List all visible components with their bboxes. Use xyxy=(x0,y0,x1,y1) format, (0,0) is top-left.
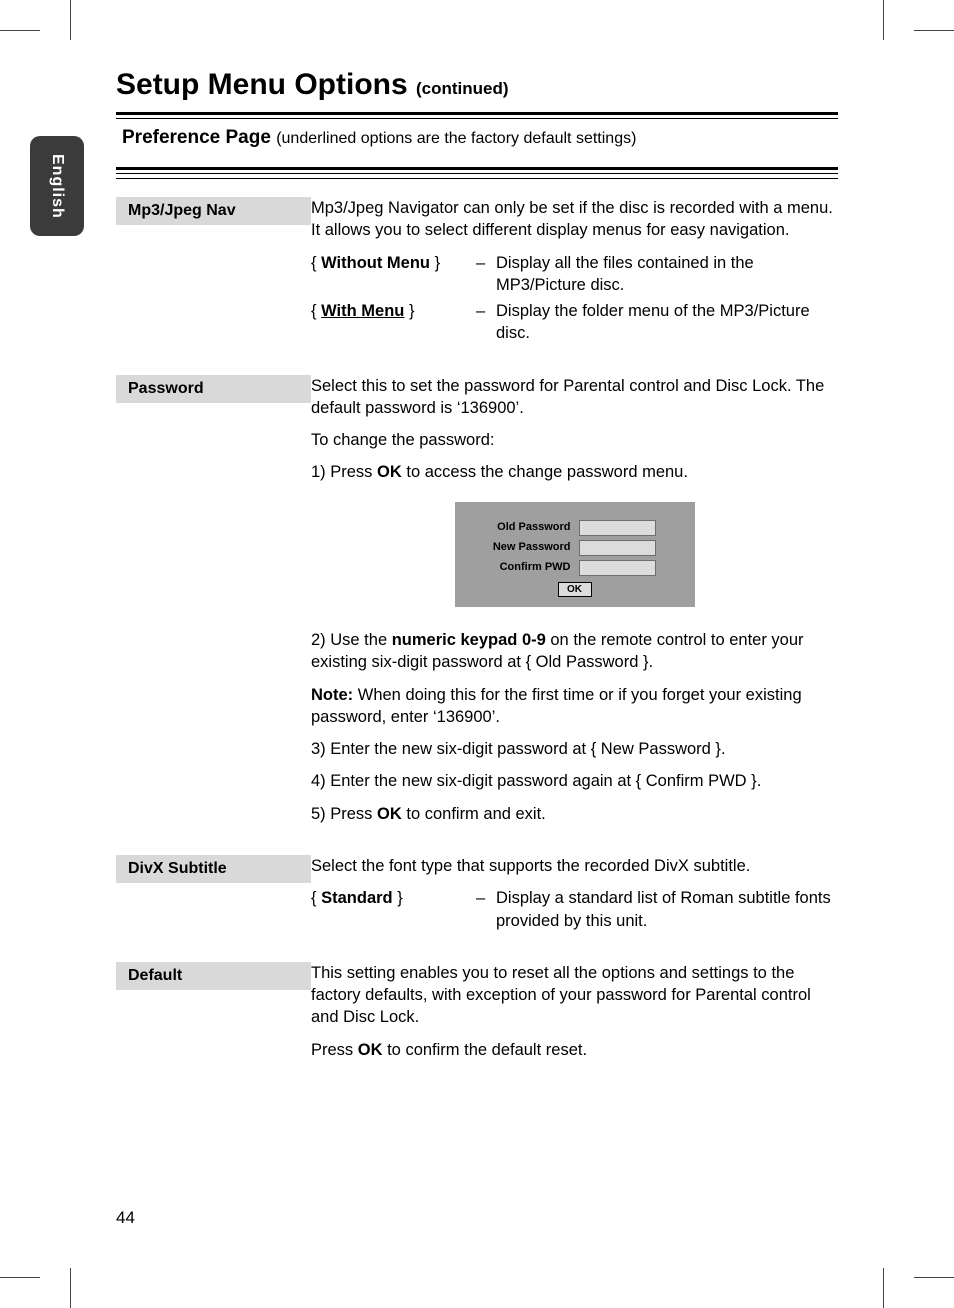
password-note: Note: When doing this for the first time… xyxy=(311,684,838,729)
pwd-ok-button: OK xyxy=(558,582,592,598)
password-step5: 5) Press OK to confirm and exit. xyxy=(311,803,838,825)
password-intro: Select this to set the password for Pare… xyxy=(311,375,838,420)
page-title-sub: (continued) xyxy=(416,79,509,98)
divx-opt-desc: Display a standard list of Roman subtitl… xyxy=(496,887,838,936)
default-intro: This setting enables you to reset all th… xyxy=(311,962,838,1029)
pwd-old-label: Old Password xyxy=(471,520,579,535)
default-press: Press OK to confirm the default reset. xyxy=(311,1039,838,1061)
label-divx: DivX Subtitle xyxy=(116,855,311,883)
password-step2: 2) Use the numeric keypad 0-9 on the rem… xyxy=(311,629,838,674)
mp3-opt1-name: Without Menu xyxy=(321,254,430,272)
divx-opt-name: Standard xyxy=(321,889,393,907)
row-password: Password Select this to set the password… xyxy=(116,375,838,835)
rule-top xyxy=(116,112,838,119)
rule-under xyxy=(116,178,838,179)
mp3-intro: Mp3/Jpeg Navigator can only be set if th… xyxy=(311,197,838,242)
pwd-old-field xyxy=(579,520,656,536)
preference-header: Preference Page (underlined options are … xyxy=(116,123,838,157)
mp3-opt1-desc: Display all the files contained in the M… xyxy=(496,252,838,301)
page-title-main: Setup Menu Options xyxy=(116,68,408,101)
language-tab: English xyxy=(30,136,84,236)
rule-mid xyxy=(116,167,838,174)
row-mp3-nav: Mp3/Jpeg Nav Mp3/Jpeg Navigator can only… xyxy=(116,197,838,355)
page-number: 44 xyxy=(116,1208,135,1228)
password-step4: 4) Enter the new six-digit password agai… xyxy=(311,770,838,792)
page-title: Setup Menu Options (continued) xyxy=(116,68,838,102)
password-step3: 3) Enter the new six-digit password at {… xyxy=(311,738,838,760)
mp3-opt2-name: With Menu xyxy=(321,302,404,320)
pwd-new-label: New Password xyxy=(471,540,579,555)
label-mp3-nav: Mp3/Jpeg Nav xyxy=(116,197,311,225)
divx-intro: Select the font type that supports the r… xyxy=(311,855,838,877)
password-dialog: Old Password New Password Confirm PWD OK xyxy=(455,502,695,608)
password-step1: 1) Press OK to access the change passwor… xyxy=(311,461,838,483)
row-divx: DivX Subtitle Select the font type that … xyxy=(116,855,838,942)
language-tab-label: English xyxy=(48,154,66,219)
label-password: Password xyxy=(116,375,311,403)
label-default: Default xyxy=(116,962,311,990)
pwd-confirm-label: Confirm PWD xyxy=(471,560,579,575)
row-default: Default This setting enables you to rese… xyxy=(116,962,838,1071)
preference-header-note: (underlined options are the factory defa… xyxy=(276,130,636,147)
preference-header-bold: Preference Page xyxy=(122,127,271,148)
password-to-change: To change the password: xyxy=(311,429,838,451)
mp3-opt2-desc: Display the folder menu of the MP3/Pictu… xyxy=(496,300,838,349)
pwd-new-field xyxy=(579,540,656,556)
pwd-confirm-field xyxy=(579,560,656,576)
